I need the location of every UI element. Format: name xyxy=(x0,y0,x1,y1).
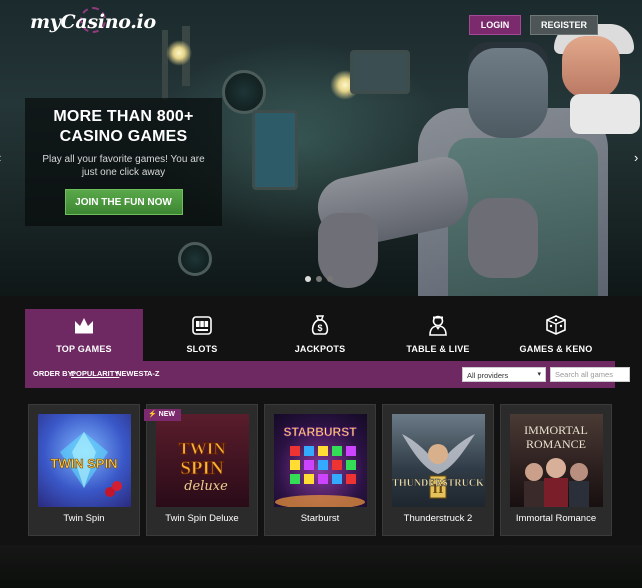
sort-popularity[interactable]: POPULARITY xyxy=(71,369,119,378)
category-tabs: TOP GAMES SLOTS $ JACKPOTS TABLE & LIVE … xyxy=(25,309,615,361)
svg-text:THUNDERSTRUCK: THUNDERSTRUCK xyxy=(392,478,484,489)
lamp xyxy=(166,40,192,66)
provider-select[interactable]: All providers ▾ xyxy=(462,367,546,382)
tab-games-keno[interactable]: GAMES & KENO xyxy=(497,309,615,361)
slide-dot[interactable] xyxy=(305,276,311,282)
slide-dots xyxy=(305,276,333,282)
next-slide-icon[interactable]: › xyxy=(634,150,642,165)
register-button[interactable]: REGISTER xyxy=(530,15,598,35)
tab-label: TOP GAMES xyxy=(56,344,112,354)
slide-dot[interactable] xyxy=(327,276,333,282)
pipe xyxy=(162,30,168,100)
search-input[interactable] xyxy=(550,367,630,382)
game-name: Thunderstruck 2 xyxy=(403,513,473,524)
sort-newest[interactable]: NEWEST xyxy=(116,369,148,378)
game-card[interactable]: STARBURST Starburst xyxy=(264,404,376,536)
tab-label: TABLE & LIVE xyxy=(406,344,470,354)
promo-title-line2: CASINO GAMES xyxy=(59,128,188,145)
new-badge-label: NEW xyxy=(158,411,176,418)
game-name: Twin Spin xyxy=(63,513,105,524)
svg-text:TWIN: TWIN xyxy=(178,439,226,458)
gauge xyxy=(222,70,266,114)
promo-panel: MORE THAN 800+ CASINO GAMES Play all you… xyxy=(25,98,222,226)
tab-label: GAMES & KENO xyxy=(519,344,593,354)
tab-label: JACKPOTS xyxy=(294,344,346,354)
monitor xyxy=(252,110,298,190)
game-name: Twin Spin Deluxe xyxy=(165,513,239,524)
order-by-label: ORDER BY: xyxy=(33,369,75,378)
game-thumbnail: TWIN SPIN xyxy=(38,414,131,507)
games-grid: TWIN SPIN Twin Spin ⚡ NEW TWIN SPIN delu… xyxy=(28,404,612,536)
game-name: Starburst xyxy=(300,513,340,524)
page-footer-shade xyxy=(0,545,642,588)
dealer-icon xyxy=(427,314,449,336)
hero-banner: myCasino.io LOGIN REGISTER MORE THAN 800… xyxy=(0,0,642,296)
promo-title: MORE THAN 800+ CASINO GAMES xyxy=(25,107,222,147)
game-card[interactable]: IMMORTAL ROMANCE Immortal Romance xyxy=(500,404,612,536)
tab-slots[interactable]: SLOTS xyxy=(143,309,261,361)
slide-dot[interactable] xyxy=(316,276,322,282)
slot-machine-icon xyxy=(191,314,213,336)
game-thumbnail: STARBURST xyxy=(274,414,367,507)
tab-top-games[interactable]: TOP GAMES xyxy=(25,309,143,361)
promo-title-line1: MORE THAN 800+ xyxy=(53,108,194,125)
svg-text:STARBURST: STARBURST xyxy=(283,425,357,439)
game-thumbnail: TWIN SPIN deluxe xyxy=(156,414,249,507)
provider-select-value: All providers xyxy=(467,371,509,380)
svg-text:TWIN SPIN: TWIN SPIN xyxy=(50,456,117,471)
filter-bar: ORDER BY: POPULARITY NEWEST A-Z All prov… xyxy=(25,361,630,388)
svg-text:SPIN: SPIN xyxy=(180,458,224,479)
login-button[interactable]: LOGIN xyxy=(469,15,521,35)
money-bag-icon: $ xyxy=(309,314,331,336)
site-logo[interactable]: myCasino.io xyxy=(30,7,156,33)
updown-caret-icon: ▾ xyxy=(537,371,541,378)
tab-jackpots[interactable]: $ JACKPOTS xyxy=(261,309,379,361)
tab-label: SLOTS xyxy=(186,344,218,354)
new-badge: ⚡ NEW xyxy=(144,409,182,421)
svg-text:ROMANCE: ROMANCE xyxy=(526,437,586,451)
svg-text:IMMORTAL: IMMORTAL xyxy=(524,423,588,437)
crown-icon xyxy=(73,314,95,336)
gauge xyxy=(178,242,212,276)
game-card[interactable]: ⚡ NEW TWIN SPIN deluxe Twin Spin Deluxe xyxy=(144,404,258,536)
flash-icon: ⚡ xyxy=(148,411,157,418)
logo-text: myCasino.io xyxy=(30,11,156,33)
game-card[interactable]: TWIN SPIN Twin Spin xyxy=(28,404,140,536)
join-button[interactable]: JOIN THE FUN NOW xyxy=(64,189,183,215)
game-card[interactable]: II THUNDERSTRUCK Thunderstruck 2 xyxy=(382,404,494,536)
prev-slide-icon[interactable]: ‹ xyxy=(0,150,7,165)
dice-icon xyxy=(545,314,567,336)
svg-text:deluxe: deluxe xyxy=(184,479,228,494)
tab-table-live[interactable]: TABLE & LIVE xyxy=(379,309,497,361)
sort-a-z[interactable]: A-Z xyxy=(147,369,160,378)
game-name: Immortal Romance xyxy=(515,513,597,524)
game-thumbnail: IMMORTAL ROMANCE xyxy=(510,414,603,507)
game-thumbnail: II THUNDERSTRUCK xyxy=(392,414,485,507)
promo-subtitle: Play all your favorite games! You are ju… xyxy=(42,154,205,178)
svg-text:$: $ xyxy=(317,323,322,333)
